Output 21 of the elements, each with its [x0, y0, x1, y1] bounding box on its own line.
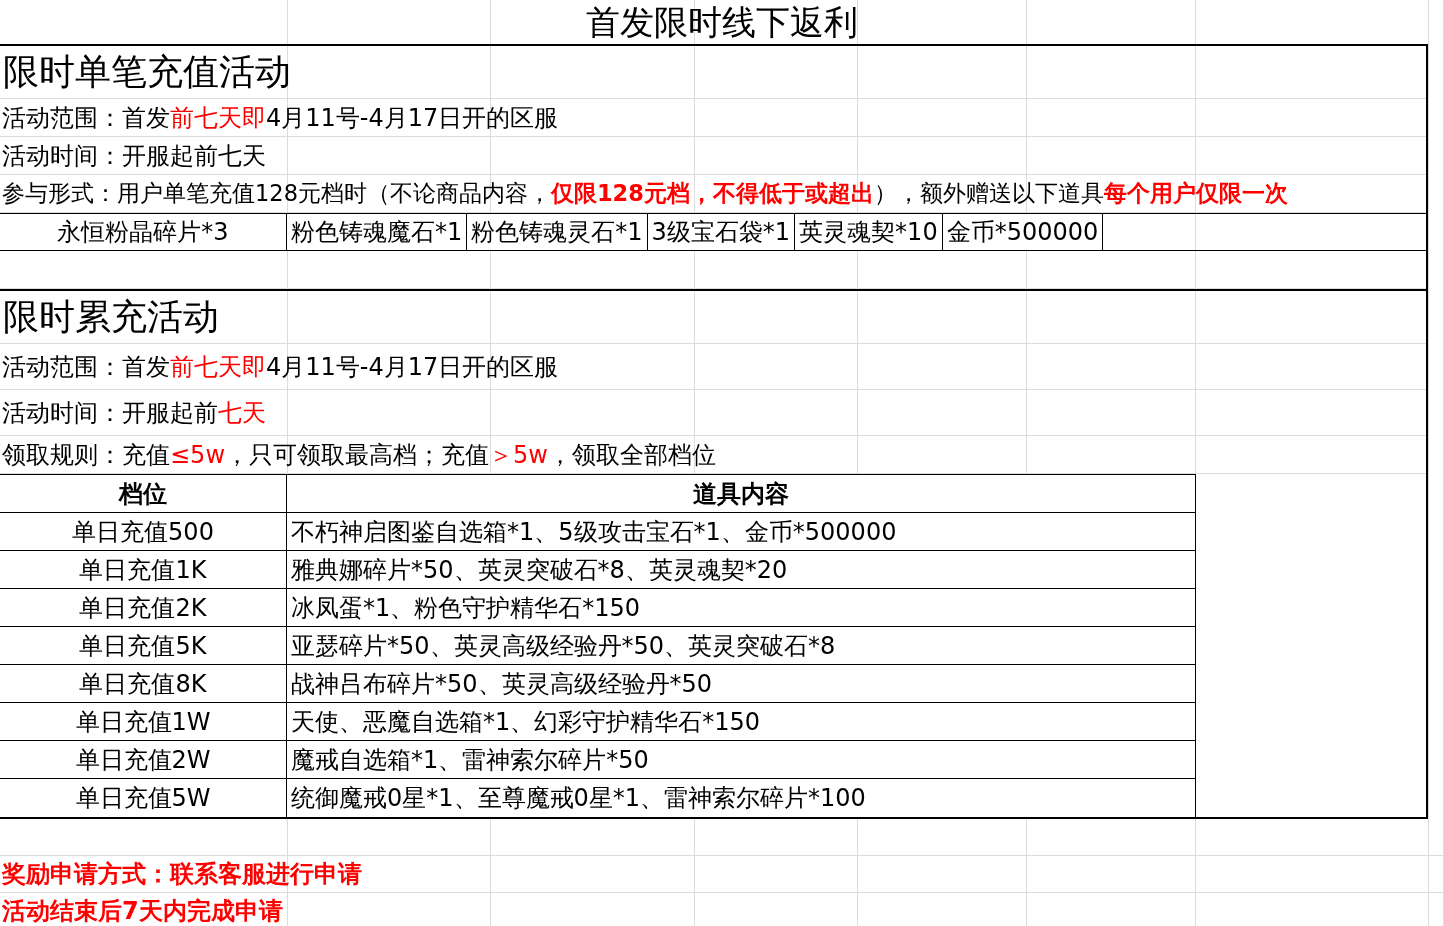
info-line: 参与形式：用户单笔充值128元档时（不论商品内容，仅限128元档，不得低于或超出），额外赠送以下道具每个用户仅限一次: [1, 179, 1288, 208]
info-line: 活动时间：开服起前七天: [1, 140, 266, 172]
section-heading: 限时单笔充值活动: [2, 49, 291, 94]
table-cell: 雅典娜碎片*50、英灵突破石*8、英灵魂契*20: [287, 551, 1196, 588]
table-cell: 冰凤蛋*1、粉色守护精华石*150: [287, 589, 1196, 626]
info-line: 活动范围：首发前七天即4月11号-4月17日开的区服: [1, 351, 559, 383]
column-header: 道具内容: [287, 475, 1196, 512]
table-cell: 战神吕布碎片*50、英灵高级经验丹*50: [287, 665, 1196, 702]
info-line: 领取规则：充值≤5w，只可领取最高档；充值＞5w，领取全部档位: [1, 439, 716, 471]
table-cell: 统御魔戒0星*1、至尊魔戒0星*1、雷神索尔碎片*100: [287, 779, 1196, 817]
note-text: 活动结束后7天内完成申请: [1, 896, 283, 926]
table-cell: 亚瑟碎片*50、英灵高级经验丹*50、英灵突破石*8: [287, 627, 1196, 664]
table-cell: 天使、恶魔自选箱*1、幻彩守护精华石*150: [287, 703, 1196, 740]
table-cell: 魔戒自选箱*1、雷神索尔碎片*50: [287, 741, 1196, 778]
info-line: 活动时间：开服起前七天: [1, 397, 266, 429]
sheet-title: 首发限时线下返利: [586, 1, 858, 44]
section-heading: 限时累充活动: [2, 294, 219, 339]
note-text: 奖励申请方式：联系客服进行申请: [0, 859, 362, 890]
reward-cell: 粉色铸魂魔石*1: [287, 214, 468, 250]
table-cell: 不朽神启图鉴自选箱*1、5级攻击宝石*1、金币*500000: [287, 513, 1196, 550]
info-line: 活动范围：首发前七天即4月11号-4月17日开的区服: [1, 102, 559, 134]
